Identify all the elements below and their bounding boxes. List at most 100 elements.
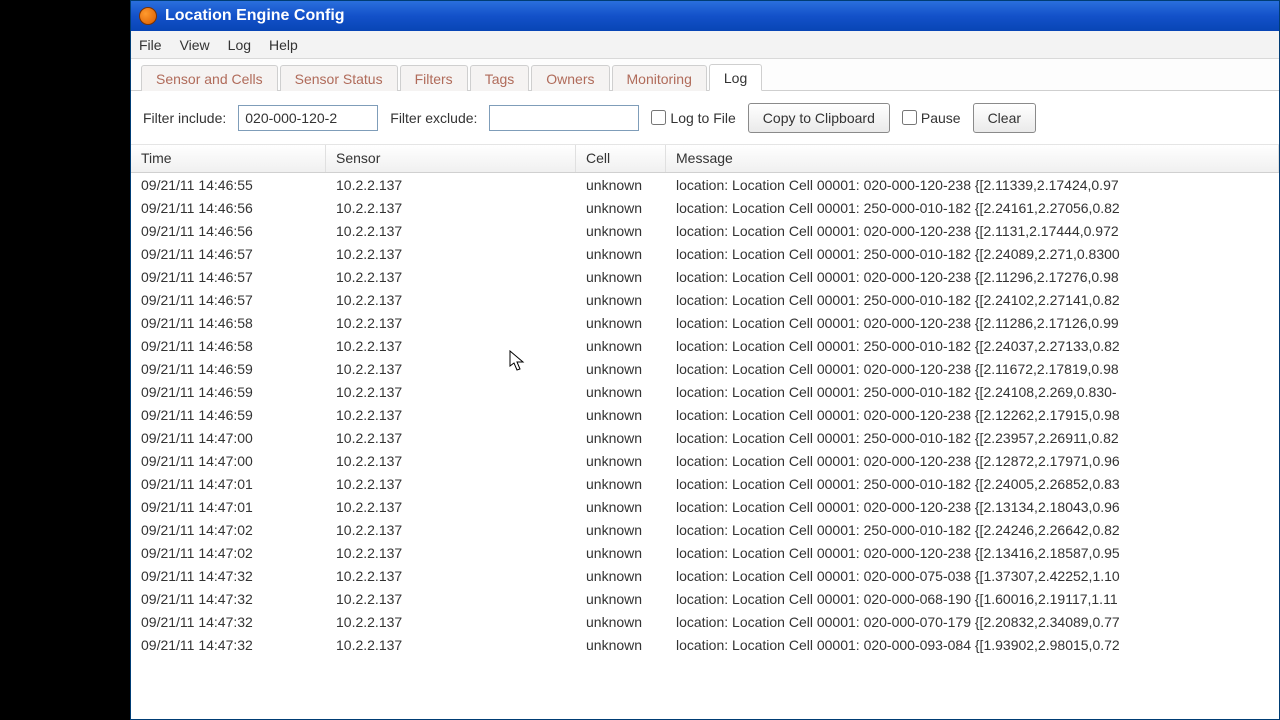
tab-log[interactable]: Log	[709, 64, 762, 91]
cell-sensor: 10.2.2.137	[326, 292, 576, 308]
cell-time: 09/21/11 14:47:02	[131, 545, 326, 561]
cell-message: location: Location Cell 00001: 020-000-1…	[666, 545, 1279, 561]
menu-log[interactable]: Log	[228, 37, 251, 53]
menu-view[interactable]: View	[180, 37, 210, 53]
log-to-file-box[interactable]	[651, 110, 666, 125]
table-row[interactable]: 09/21/11 14:46:5910.2.2.137unknownlocati…	[131, 380, 1279, 403]
table-row[interactable]: 09/21/11 14:47:3210.2.2.137unknownlocati…	[131, 610, 1279, 633]
col-sensor[interactable]: Sensor	[326, 145, 576, 172]
cell-cell: unknown	[576, 223, 666, 239]
cell-message: location: Location Cell 00001: 250-000-0…	[666, 430, 1279, 446]
cell-message: location: Location Cell 00001: 250-000-0…	[666, 200, 1279, 216]
tab-tags[interactable]: Tags	[470, 65, 530, 91]
copy-to-clipboard-button[interactable]: Copy to Clipboard	[748, 103, 890, 133]
table-row[interactable]: 09/21/11 14:47:3210.2.2.137unknownlocati…	[131, 633, 1279, 656]
cell-cell: unknown	[576, 200, 666, 216]
table-row[interactable]: 09/21/11 14:47:0110.2.2.137unknownlocati…	[131, 495, 1279, 518]
cell-cell: unknown	[576, 292, 666, 308]
table-row[interactable]: 09/21/11 14:46:5710.2.2.137unknownlocati…	[131, 288, 1279, 311]
cell-cell: unknown	[576, 591, 666, 607]
table-row[interactable]: 09/21/11 14:47:3210.2.2.137unknownlocati…	[131, 587, 1279, 610]
table-row[interactable]: 09/21/11 14:47:0210.2.2.137unknownlocati…	[131, 518, 1279, 541]
tabstrip: Sensor and Cells Sensor Status Filters T…	[131, 59, 1279, 91]
cell-sensor: 10.2.2.137	[326, 545, 576, 561]
cell-time: 09/21/11 14:46:58	[131, 315, 326, 331]
cell-message: location: Location Cell 00001: 020-000-1…	[666, 223, 1279, 239]
log-header: Time Sensor Cell Message	[131, 145, 1279, 173]
col-time[interactable]: Time	[131, 145, 326, 172]
cell-sensor: 10.2.2.137	[326, 223, 576, 239]
cell-time: 09/21/11 14:47:01	[131, 476, 326, 492]
filter-bar: Filter include: Filter exclude: Log to F…	[131, 91, 1279, 145]
cell-sensor: 10.2.2.137	[326, 338, 576, 354]
pause-checkbox[interactable]: Pause	[902, 110, 961, 126]
table-row[interactable]: 09/21/11 14:46:5910.2.2.137unknownlocati…	[131, 357, 1279, 380]
filter-include-input[interactable]	[238, 105, 378, 131]
table-row[interactable]: 09/21/11 14:46:5810.2.2.137unknownlocati…	[131, 311, 1279, 334]
window-title: Location Engine Config	[165, 7, 345, 25]
cell-message: location: Location Cell 00001: 020-000-1…	[666, 177, 1279, 193]
app-window: Location Engine Config File View Log Hel…	[130, 0, 1280, 720]
tab-sensor-status[interactable]: Sensor Status	[280, 65, 398, 91]
cell-time: 09/21/11 14:46:59	[131, 361, 326, 377]
cell-message: location: Location Cell 00001: 250-000-0…	[666, 522, 1279, 538]
filter-exclude-label: Filter exclude:	[390, 110, 477, 126]
table-row[interactable]: 09/21/11 14:47:0010.2.2.137unknownlocati…	[131, 426, 1279, 449]
cell-sensor: 10.2.2.137	[326, 499, 576, 515]
cell-cell: unknown	[576, 499, 666, 515]
tab-filters[interactable]: Filters	[400, 65, 468, 91]
cell-message: location: Location Cell 00001: 020-000-0…	[666, 614, 1279, 630]
col-cell[interactable]: Cell	[576, 145, 666, 172]
col-message[interactable]: Message	[666, 145, 1279, 172]
tab-owners[interactable]: Owners	[531, 65, 609, 91]
cell-message: location: Location Cell 00001: 020-000-0…	[666, 568, 1279, 584]
tab-sensor-and-cells[interactable]: Sensor and Cells	[141, 65, 278, 91]
cell-time: 09/21/11 14:46:56	[131, 223, 326, 239]
log-body[interactable]: 09/21/11 14:46:5510.2.2.137unknownlocati…	[131, 173, 1279, 656]
table-row[interactable]: 09/21/11 14:46:5810.2.2.137unknownlocati…	[131, 334, 1279, 357]
filter-include-label: Filter include:	[143, 110, 226, 126]
cell-cell: unknown	[576, 269, 666, 285]
cell-time: 09/21/11 14:47:32	[131, 614, 326, 630]
cell-cell: unknown	[576, 522, 666, 538]
cell-message: location: Location Cell 00001: 020-000-0…	[666, 637, 1279, 653]
cell-message: location: Location Cell 00001: 020-000-1…	[666, 361, 1279, 377]
menubar: File View Log Help	[131, 31, 1279, 59]
cell-cell: unknown	[576, 407, 666, 423]
menu-help[interactable]: Help	[269, 37, 298, 53]
cell-sensor: 10.2.2.137	[326, 637, 576, 653]
titlebar[interactable]: Location Engine Config	[131, 1, 1279, 31]
table-row[interactable]: 09/21/11 14:46:5710.2.2.137unknownlocati…	[131, 265, 1279, 288]
pause-box[interactable]	[902, 110, 917, 125]
table-row[interactable]: 09/21/11 14:47:0010.2.2.137unknownlocati…	[131, 449, 1279, 472]
cell-message: location: Location Cell 00001: 250-000-0…	[666, 476, 1279, 492]
table-row[interactable]: 09/21/11 14:46:5610.2.2.137unknownlocati…	[131, 219, 1279, 242]
cell-sensor: 10.2.2.137	[326, 384, 576, 400]
cell-time: 09/21/11 14:47:32	[131, 568, 326, 584]
table-row[interactable]: 09/21/11 14:47:0210.2.2.137unknownlocati…	[131, 541, 1279, 564]
cell-message: location: Location Cell 00001: 020-000-1…	[666, 315, 1279, 331]
cell-cell: unknown	[576, 361, 666, 377]
cell-sensor: 10.2.2.137	[326, 522, 576, 538]
tab-monitoring[interactable]: Monitoring	[612, 65, 707, 91]
filter-exclude-input[interactable]	[489, 105, 639, 131]
cell-message: location: Location Cell 00001: 250-000-0…	[666, 338, 1279, 354]
table-row[interactable]: 09/21/11 14:47:3210.2.2.137unknownlocati…	[131, 564, 1279, 587]
table-row[interactable]: 09/21/11 14:46:5610.2.2.137unknownlocati…	[131, 196, 1279, 219]
cell-time: 09/21/11 14:46:57	[131, 246, 326, 262]
cell-message: location: Location Cell 00001: 020-000-1…	[666, 499, 1279, 515]
cell-time: 09/21/11 14:46:59	[131, 384, 326, 400]
clear-button[interactable]: Clear	[973, 103, 1036, 133]
cell-cell: unknown	[576, 614, 666, 630]
pause-label: Pause	[921, 110, 961, 126]
cell-time: 09/21/11 14:47:02	[131, 522, 326, 538]
table-row[interactable]: 09/21/11 14:46:5510.2.2.137unknownlocati…	[131, 173, 1279, 196]
cell-message: location: Location Cell 00001: 020-000-1…	[666, 407, 1279, 423]
menu-file[interactable]: File	[139, 37, 162, 53]
table-row[interactable]: 09/21/11 14:46:5710.2.2.137unknownlocati…	[131, 242, 1279, 265]
table-row[interactable]: 09/21/11 14:46:5910.2.2.137unknownlocati…	[131, 403, 1279, 426]
cell-message: location: Location Cell 00001: 020-000-0…	[666, 591, 1279, 607]
log-to-file-checkbox[interactable]: Log to File	[651, 110, 735, 126]
table-row[interactable]: 09/21/11 14:47:0110.2.2.137unknownlocati…	[131, 472, 1279, 495]
cell-sensor: 10.2.2.137	[326, 269, 576, 285]
